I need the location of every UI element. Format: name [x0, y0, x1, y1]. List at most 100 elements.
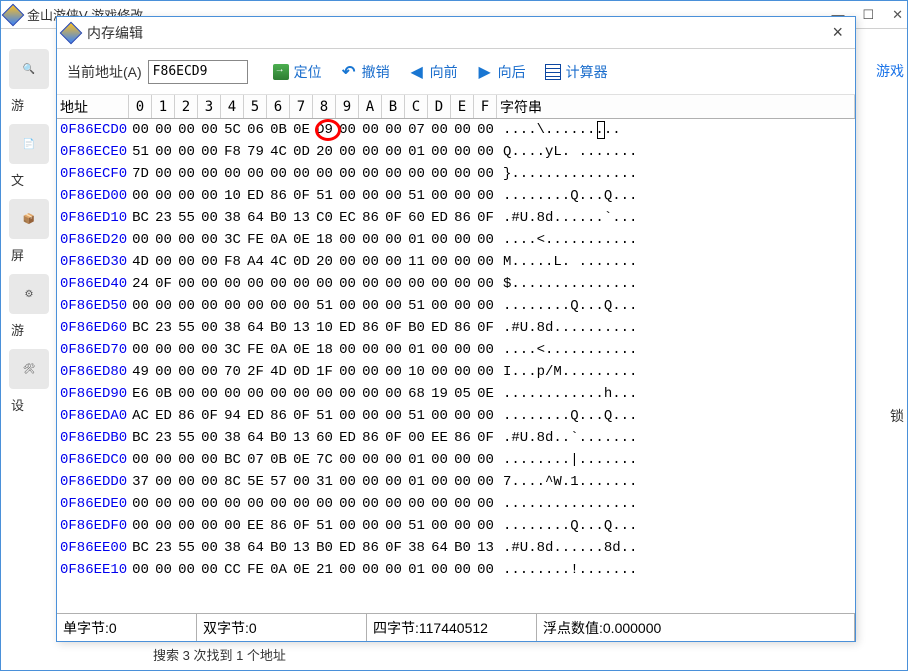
header-byte-4[interactable]: 4 — [221, 95, 244, 118]
hex-byte[interactable]: 00 — [382, 515, 405, 537]
row-bytes[interactable]: 000000005C060B0ED900000007000000 — [129, 119, 497, 141]
hex-byte[interactable]: 2F — [244, 361, 267, 383]
hex-byte[interactable]: 00 — [382, 141, 405, 163]
row-address[interactable]: 0F86ED70 — [57, 339, 129, 361]
row-address[interactable]: 0F86ED50 — [57, 295, 129, 317]
hex-byte[interactable]: A4 — [244, 251, 267, 273]
hex-byte[interactable]: 00 — [382, 295, 405, 317]
hex-byte[interactable]: 00 — [451, 185, 474, 207]
hex-byte[interactable]: 0A — [267, 339, 290, 361]
hex-byte[interactable]: 00 — [198, 295, 221, 317]
hex-byte[interactable]: 00 — [382, 449, 405, 471]
row-ascii[interactable]: ....<........... — [497, 229, 855, 251]
hex-byte[interactable]: 51 — [405, 515, 428, 537]
hex-byte[interactable]: 86 — [267, 185, 290, 207]
hex-byte[interactable]: 00 — [474, 449, 497, 471]
hex-byte[interactable]: 00 — [382, 229, 405, 251]
hex-byte[interactable]: 18 — [313, 229, 336, 251]
hex-byte[interactable]: 00 — [451, 119, 474, 141]
hex-byte[interactable]: 00 — [198, 383, 221, 405]
hex-byte[interactable]: 13 — [290, 427, 313, 449]
hex-byte[interactable]: 60 — [313, 427, 336, 449]
hex-byte[interactable]: 0F — [382, 207, 405, 229]
hex-row[interactable]: 0F86ED8049000000702F4D0D1F00000010000000… — [57, 361, 855, 383]
row-bytes[interactable]: 000000003CFE0A0E1800000001000000 — [129, 229, 497, 251]
hex-byte[interactable]: 00 — [244, 163, 267, 185]
hex-byte[interactable]: 00 — [359, 273, 382, 295]
hex-byte[interactable]: 79 — [244, 141, 267, 163]
hex-byte[interactable]: 64 — [244, 207, 267, 229]
hex-byte[interactable]: 00 — [198, 449, 221, 471]
hex-byte[interactable]: 00 — [221, 163, 244, 185]
row-bytes[interactable]: 49000000702F4D0D1F00000010000000 — [129, 361, 497, 383]
hex-byte[interactable]: 4D — [267, 361, 290, 383]
hex-byte[interactable]: 00 — [336, 163, 359, 185]
hex-byte[interactable]: 00 — [152, 559, 175, 581]
hex-byte[interactable]: 01 — [405, 449, 428, 471]
hex-byte[interactable]: 00 — [152, 251, 175, 273]
hex-byte[interactable]: 00 — [152, 493, 175, 515]
hex-byte[interactable]: BC — [129, 427, 152, 449]
hex-byte[interactable]: 00 — [175, 361, 198, 383]
hex-byte[interactable]: 00 — [474, 273, 497, 295]
hex-byte[interactable]: B0 — [267, 537, 290, 559]
hex-byte[interactable]: 00 — [451, 471, 474, 493]
hex-byte[interactable]: 00 — [152, 141, 175, 163]
hex-byte[interactable]: 00 — [428, 119, 451, 141]
hex-byte[interactable]: 10 — [313, 317, 336, 339]
hex-byte[interactable]: 00 — [428, 493, 451, 515]
header-byte-f[interactable]: F — [474, 95, 497, 118]
hex-byte[interactable]: 07 — [244, 449, 267, 471]
hex-byte[interactable]: 00 — [382, 251, 405, 273]
hex-byte[interactable]: B0 — [267, 427, 290, 449]
hex-byte[interactable]: 0F — [290, 405, 313, 427]
hex-byte[interactable]: 51 — [129, 141, 152, 163]
hex-byte[interactable]: 00 — [221, 273, 244, 295]
hex-byte[interactable]: 8C — [221, 471, 244, 493]
hex-byte[interactable]: 00 — [474, 295, 497, 317]
row-address[interactable]: 0F86EE10 — [57, 559, 129, 581]
hex-byte[interactable]: 0F — [198, 405, 221, 427]
hex-byte[interactable]: 86 — [267, 515, 290, 537]
hex-byte[interactable]: 00 — [451, 493, 474, 515]
row-address[interactable]: 0F86ED80 — [57, 361, 129, 383]
hex-byte[interactable]: 51 — [405, 405, 428, 427]
hex-byte[interactable]: C0 — [313, 207, 336, 229]
hex-byte[interactable]: B0 — [451, 537, 474, 559]
hex-byte[interactable]: ED — [244, 405, 267, 427]
hex-byte[interactable]: 00 — [382, 471, 405, 493]
hex-byte[interactable]: 0F — [474, 317, 497, 339]
hex-row[interactable]: 0F86EDA0ACED860F94ED860F5100000051000000… — [57, 405, 855, 427]
hex-byte[interactable]: 00 — [474, 559, 497, 581]
hex-byte[interactable]: 00 — [267, 295, 290, 317]
hex-byte[interactable]: 01 — [405, 471, 428, 493]
row-ascii[interactable]: ....<........... — [497, 339, 855, 361]
row-bytes[interactable]: 00000000000000005100000051000000 — [129, 295, 497, 317]
header-byte-a[interactable]: A — [359, 95, 382, 118]
hex-byte[interactable]: 31 — [313, 471, 336, 493]
hex-byte[interactable]: 00 — [359, 141, 382, 163]
hex-byte[interactable]: 51 — [313, 185, 336, 207]
hex-byte[interactable]: 51 — [405, 295, 428, 317]
hex-byte[interactable]: 00 — [129, 119, 152, 141]
hex-byte[interactable]: 00 — [428, 405, 451, 427]
hex-byte[interactable]: 00 — [359, 515, 382, 537]
hex-byte[interactable]: 00 — [198, 229, 221, 251]
hex-byte[interactable]: 00 — [198, 207, 221, 229]
hex-byte[interactable]: 00 — [428, 339, 451, 361]
hex-byte[interactable]: 00 — [221, 515, 244, 537]
hex-byte[interactable]: 00 — [336, 559, 359, 581]
hex-byte[interactable]: 0F — [474, 207, 497, 229]
hex-byte[interactable]: 0F — [152, 273, 175, 295]
hex-row[interactable]: 0F86ED40240F0000000000000000000000000000… — [57, 273, 855, 295]
hex-byte[interactable]: 00 — [359, 361, 382, 383]
hex-byte[interactable]: ED — [428, 317, 451, 339]
hex-byte[interactable]: 00 — [129, 295, 152, 317]
forward-button[interactable]: ▶ 向后 — [470, 59, 532, 85]
hex-byte[interactable]: 13 — [474, 537, 497, 559]
header-byte-1[interactable]: 1 — [152, 95, 175, 118]
row-ascii[interactable]: ........Q...Q... — [497, 185, 855, 207]
hex-byte[interactable]: 00 — [382, 559, 405, 581]
hex-byte[interactable]: 0F — [290, 515, 313, 537]
hex-byte[interactable]: 00 — [175, 383, 198, 405]
